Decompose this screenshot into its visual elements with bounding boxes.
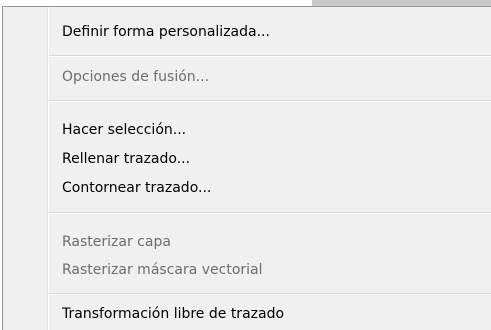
menu-item-rasterizar-mascara-vectorial[interactable]: Rasterizar máscara vectorial — [62, 261, 263, 279]
menu-separator — [49, 55, 491, 57]
menu-item-rasterizar-capa[interactable]: Rasterizar capa — [62, 233, 171, 251]
menu-item-hacer-seleccion[interactable]: Hacer selección... — [62, 121, 186, 139]
menu-separator — [49, 100, 491, 102]
menu-separator — [49, 212, 491, 214]
menu-separator — [49, 293, 491, 295]
menu-item-contornear-trazado[interactable]: Contornear trazado... — [62, 179, 211, 197]
menu-item-transformacion-libre-de-trazado[interactable]: Transformación libre de trazado — [62, 305, 284, 323]
menu-item-definir-forma-personalizada[interactable]: Definir forma personalizada... — [62, 23, 270, 41]
context-menu: Definir forma personalizada... Opciones … — [2, 6, 491, 330]
menu-item-opciones-de-fusion[interactable]: Opciones de fusión... — [62, 68, 209, 86]
menu-item-rellenar-trazado[interactable]: Rellenar trazado... — [62, 150, 190, 168]
